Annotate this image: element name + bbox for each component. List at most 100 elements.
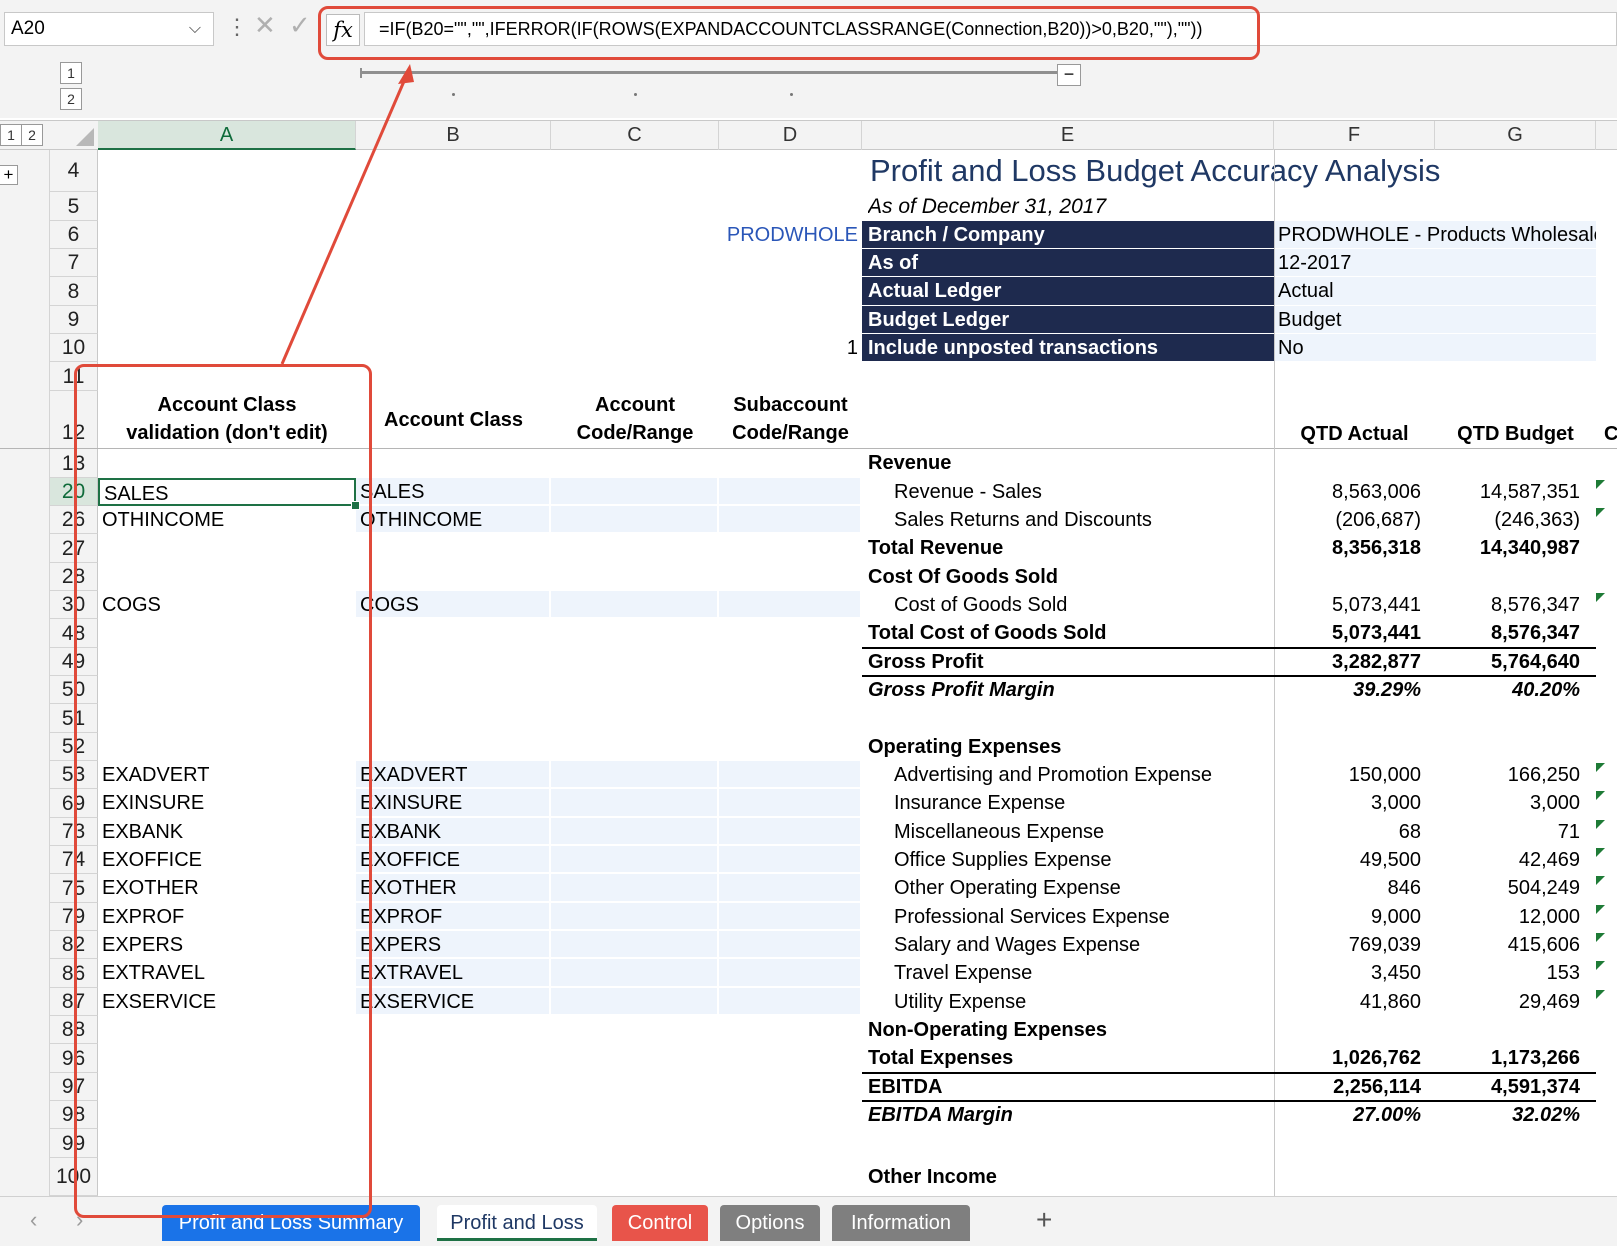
- input-cell-d82[interactable]: [719, 931, 862, 959]
- cell-e79[interactable]: Professional Services Expense: [862, 903, 1274, 931]
- row-header-79[interactable]: 79: [50, 903, 98, 931]
- param-value-3[interactable]: Budget: [1274, 306, 1596, 334]
- cell-g27[interactable]: 14,340,987: [1435, 534, 1596, 563]
- tab-control[interactable]: Control: [612, 1205, 708, 1241]
- cell-f79[interactable]: 9,000: [1274, 903, 1435, 931]
- select-all-corner[interactable]: [50, 121, 98, 150]
- enter-icon[interactable]: ✓: [289, 10, 311, 41]
- input-cell-c86[interactable]: [551, 959, 719, 988]
- cell-g26[interactable]: (246,363): [1435, 506, 1596, 534]
- cell-g82[interactable]: 415,606: [1435, 931, 1596, 959]
- cell-f87[interactable]: 41,860: [1274, 988, 1435, 1016]
- cell-f74[interactable]: 49,500: [1274, 846, 1435, 874]
- cell-b69[interactable]: EXINSURE: [356, 789, 551, 818]
- cell-a74[interactable]: EXOFFICE: [98, 846, 356, 874]
- cell-a26[interactable]: OTHINCOME: [98, 506, 356, 534]
- input-cell-c53[interactable]: [551, 761, 719, 789]
- cell-g87[interactable]: 29,469: [1435, 988, 1596, 1016]
- cell-e28[interactable]: Cost Of Goods Sold: [862, 563, 1274, 591]
- input-cell-c79[interactable]: [551, 903, 719, 931]
- row-header-96[interactable]: 96: [50, 1044, 98, 1073]
- d10-cell[interactable]: 1: [719, 334, 862, 362]
- row-header-86[interactable]: 86: [50, 959, 98, 988]
- cell-e75[interactable]: Other Operating Expense: [862, 874, 1274, 903]
- row-header-20[interactable]: 20: [50, 478, 98, 506]
- row-header-50[interactable]: 50: [50, 676, 98, 704]
- cell-b75[interactable]: EXOTHER: [356, 874, 551, 903]
- cell-b73[interactable]: EXBANK: [356, 818, 551, 846]
- row-header-11[interactable]: 11: [50, 362, 98, 391]
- cell-f30[interactable]: 5,073,441: [1274, 591, 1435, 619]
- cell-e27[interactable]: Total Revenue: [862, 534, 1274, 563]
- row-header-13[interactable]: 13: [50, 449, 98, 478]
- tab-scroll-right-icon[interactable]: ›: [76, 1207, 83, 1233]
- row-header-87[interactable]: 87: [50, 988, 98, 1016]
- input-cell-d26[interactable]: [719, 506, 862, 534]
- row-header-100[interactable]: 100: [50, 1158, 98, 1196]
- cancel-icon[interactable]: ✕: [254, 10, 276, 41]
- header-account-class-validation[interactable]: Account Class validation (don't edit): [98, 391, 356, 449]
- cell-f48[interactable]: 5,073,441: [1274, 619, 1435, 648]
- input-cell-c82[interactable]: [551, 931, 719, 959]
- cell-e97[interactable]: EBITDA: [862, 1073, 1274, 1101]
- input-cell-d74[interactable]: [719, 846, 862, 874]
- row-header-74[interactable]: 74: [50, 846, 98, 874]
- cell-b26[interactable]: OTHINCOME: [356, 506, 551, 534]
- formula-input[interactable]: =IF(B20="","",IFERROR(IF(ROWS(EXPANDACCO…: [364, 12, 1617, 46]
- cell-f49[interactable]: 3,282,877: [1274, 648, 1435, 676]
- input-cell-c75[interactable]: [551, 874, 719, 903]
- cell-e20[interactable]: Revenue - Sales: [862, 478, 1274, 506]
- cell-g86[interactable]: 153: [1435, 959, 1596, 988]
- cell-f86[interactable]: 3,450: [1274, 959, 1435, 988]
- input-cell-d20[interactable]: [719, 478, 862, 506]
- input-cell-c73[interactable]: [551, 818, 719, 846]
- cell-g98[interactable]: 32.02%: [1435, 1101, 1596, 1129]
- cell-a20[interactable]: SALES: [98, 478, 356, 506]
- cell-g49[interactable]: 5,764,640: [1435, 648, 1596, 676]
- cell-b86[interactable]: EXTRAVEL: [356, 959, 551, 988]
- cell-a79[interactable]: EXPROF: [98, 903, 356, 931]
- more-options-icon[interactable]: ⋮: [226, 14, 248, 40]
- input-cell-d75[interactable]: [719, 874, 862, 903]
- row-header-51[interactable]: 51: [50, 704, 98, 733]
- outline-row-level-2-button[interactable]: 2: [60, 88, 82, 110]
- cell-g96[interactable]: 1,173,266: [1435, 1044, 1596, 1073]
- input-cell-d87[interactable]: [719, 988, 862, 1016]
- row-header-28[interactable]: 28: [50, 563, 98, 591]
- tab-scroll-left-icon[interactable]: ‹: [30, 1207, 37, 1233]
- cell-f98[interactable]: 27.00%: [1274, 1101, 1435, 1129]
- cell-a73[interactable]: EXBANK: [98, 818, 356, 846]
- cell-e86[interactable]: Travel Expense: [862, 959, 1274, 988]
- param-value-2[interactable]: Actual: [1274, 277, 1596, 306]
- cell-e13[interactable]: Revenue: [862, 449, 1274, 478]
- input-cell-d79[interactable]: [719, 903, 862, 931]
- cell-f82[interactable]: 769,039: [1274, 931, 1435, 959]
- row-header-98[interactable]: 98: [50, 1101, 98, 1129]
- row-header-52[interactable]: 52: [50, 733, 98, 761]
- row-header-69[interactable]: 69: [50, 789, 98, 818]
- cell-e98[interactable]: EBITDA Margin: [862, 1101, 1274, 1129]
- row-header-5[interactable]: 5: [50, 192, 98, 221]
- cell-e48[interactable]: Total Cost of Goods Sold: [862, 619, 1274, 648]
- input-cell-d30[interactable]: [719, 591, 862, 619]
- column-header-a[interactable]: A: [98, 121, 356, 150]
- cell-g20[interactable]: 14,587,351: [1435, 478, 1596, 506]
- outline-row-level-1-button[interactable]: 1: [60, 62, 82, 84]
- fill-handle[interactable]: [351, 501, 360, 510]
- cell-g48[interactable]: 8,576,347: [1435, 619, 1596, 648]
- row-header-8[interactable]: 8: [50, 277, 98, 306]
- outline-col-level-2-button[interactable]: 2: [21, 124, 43, 146]
- cell-f50[interactable]: 39.29%: [1274, 676, 1435, 704]
- outline-collapse-button[interactable]: −: [1057, 64, 1081, 86]
- cell-g97[interactable]: 4,591,374: [1435, 1073, 1596, 1101]
- row-header-82[interactable]: 82: [50, 931, 98, 959]
- cell-e30[interactable]: Cost of Goods Sold: [862, 591, 1274, 619]
- input-cell-d73[interactable]: [719, 818, 862, 846]
- cell-g30[interactable]: 8,576,347: [1435, 591, 1596, 619]
- cell-b79[interactable]: EXPROF: [356, 903, 551, 931]
- row-header-73[interactable]: 73: [50, 818, 98, 846]
- cell-g50[interactable]: 40.20%: [1435, 676, 1596, 704]
- row-header-49[interactable]: 49: [50, 648, 98, 676]
- input-cell-c87[interactable]: [551, 988, 719, 1016]
- cell-f27[interactable]: 8,356,318: [1274, 534, 1435, 563]
